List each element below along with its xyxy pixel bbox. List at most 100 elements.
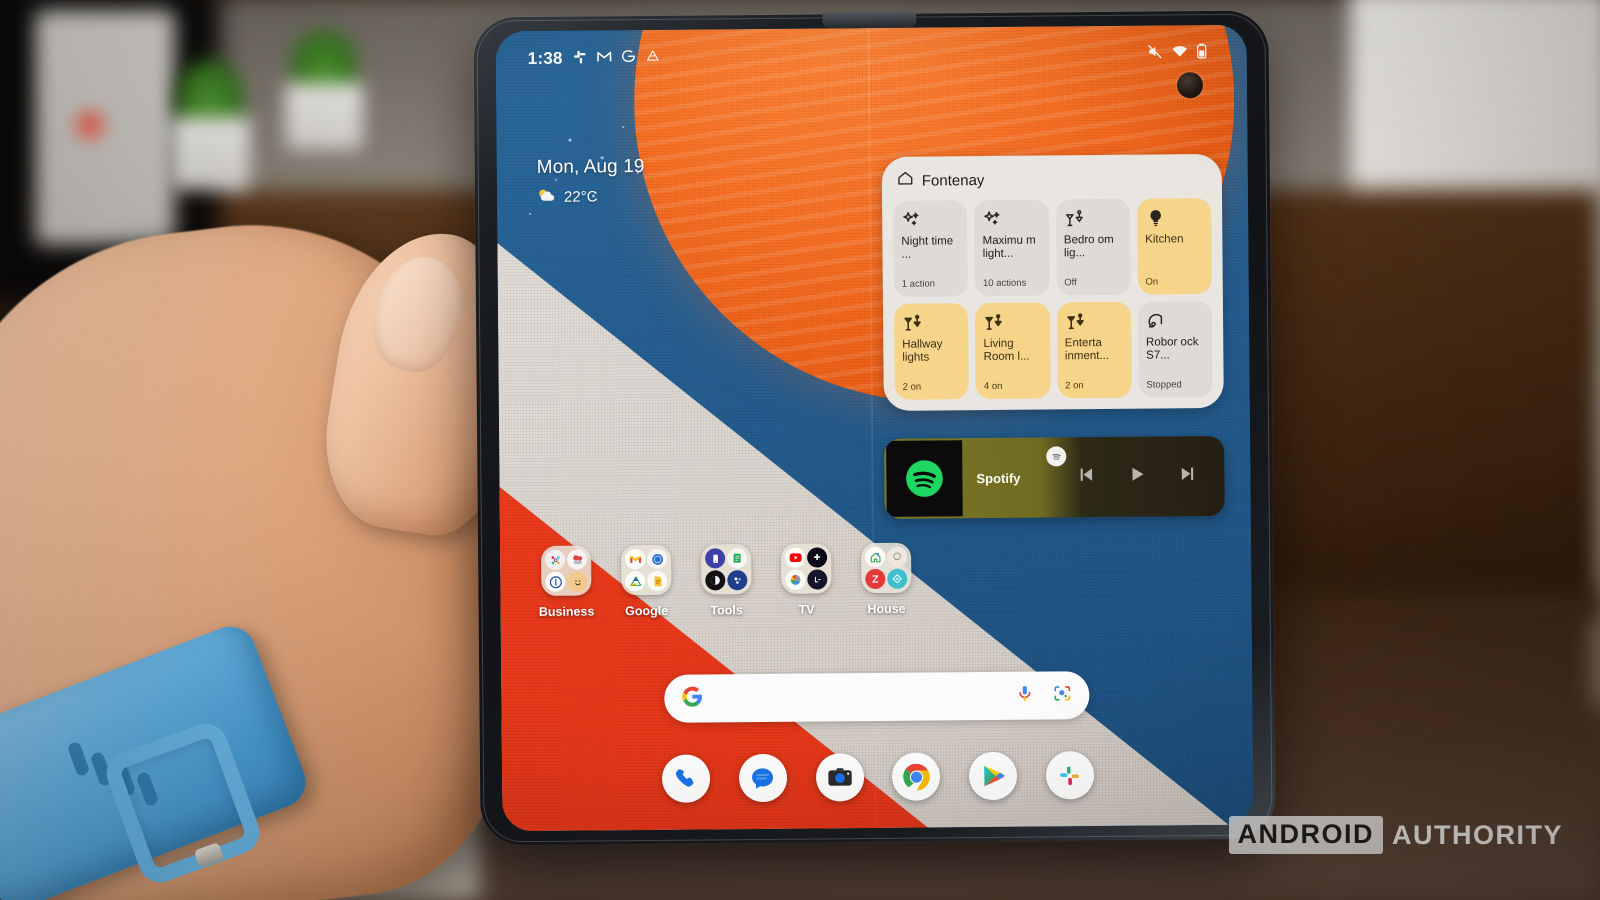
watermark-authority: AUTHORITY [1392, 819, 1563, 850]
slack-app-icon[interactable] [1045, 751, 1095, 800]
partly-cloudy-icon [537, 188, 557, 207]
folder-label: Google [624, 603, 669, 619]
control-tile-state: Stopped [1146, 379, 1182, 391]
camera-app-icon[interactable] [815, 753, 864, 802]
microphone-icon[interactable] [1015, 684, 1034, 708]
home-widget-header: Fontenay [893, 166, 1211, 201]
control-tile-name: Living Room l... [983, 337, 1030, 364]
notes-mini-icon [727, 548, 748, 569]
status-bar-right [1147, 43, 1207, 65]
google-tv-mini-icon [785, 569, 806, 590]
glance-weather: 22°C [537, 187, 645, 207]
album-art [886, 440, 963, 517]
control-tile[interactable]: Hallway lights 2 on [893, 303, 970, 400]
gmail-mini-icon [625, 549, 646, 570]
home-widget-title: Fontenay [921, 171, 985, 190]
control-tile-state: 2 on [902, 381, 922, 393]
folder-icon [701, 544, 752, 595]
hinge-notch [822, 11, 917, 29]
control-tile-state: 4 on [983, 380, 1003, 393]
control-tile-name: Night time ... [901, 235, 954, 261]
home-controls-grid: Night time ... 1 action Maximu m light..… [893, 198, 1213, 400]
folder-google[interactable]: Google [606, 544, 687, 619]
youtube-mini-icon [785, 547, 806, 568]
home-controls-widget[interactable]: Fontenay Night time ... 1 action Maximu … [881, 153, 1224, 411]
files-mini-icon [727, 570, 748, 591]
play-button[interactable] [1126, 464, 1147, 490]
front-camera-punch-hole [1176, 72, 1204, 99]
home-outline-icon [897, 170, 914, 192]
google-lens-icon[interactable] [1052, 683, 1072, 708]
google-drive-icon [646, 48, 660, 67]
vacuum-icon [1146, 310, 1204, 333]
status-bar-clock: 1:38 [527, 48, 563, 69]
folder-label: House [867, 601, 906, 617]
folder-icon [781, 543, 832, 594]
phone-app-icon[interactable] [661, 754, 711, 803]
control-tile[interactable]: Enterta inment... 2 on [1056, 301, 1132, 399]
background-device-indicator [75, 110, 105, 140]
control-tile[interactable]: Bedro om lig... Off [1055, 198, 1131, 296]
control-tile[interactable]: Robor ock S7... Stopped [1137, 301, 1213, 398]
bulb-filled-icon [1145, 207, 1203, 230]
folder-icon [621, 544, 672, 596]
status-bar: 1:38 [496, 25, 1247, 88]
google-icon [621, 49, 636, 68]
slack-mini-icon [545, 549, 566, 570]
search-input[interactable] [703, 696, 1015, 699]
google-search-bar[interactable] [664, 671, 1090, 723]
control-tile[interactable]: Maximu m light... 10 actions [974, 199, 1050, 297]
control-tile[interactable]: Kitchen On [1136, 198, 1212, 295]
folder-house[interactable]: House [846, 542, 927, 617]
control-tile[interactable]: Night time ... 1 action [893, 200, 969, 297]
sparkle-icon [901, 209, 959, 232]
lg-thinq-mini-icon [807, 569, 828, 590]
folder-label: Tools [710, 603, 743, 618]
background-plant-one [170, 60, 250, 190]
lamp-icon [1064, 208, 1122, 231]
at-a-glance-widget[interactable]: Mon, Aug 19 22°C [537, 156, 645, 207]
folder-tools[interactable]: Tools [686, 544, 767, 618]
lamp-icon [1064, 311, 1122, 334]
app-folder-row: Business Google Tools TV House [526, 542, 927, 619]
control-tile-name: Enterta inment... [1064, 337, 1110, 363]
phone-screen[interactable]: 1:38 Mon, Aug 19 22°C Fontenay Night tim… [495, 24, 1254, 832]
contrast-mini-icon [705, 570, 726, 591]
folder-business[interactable]: Business [526, 545, 607, 619]
glance-date: Mon, Aug 19 [536, 155, 645, 178]
android-authority-watermark: ANDROID AUTHORITY [1228, 816, 1564, 854]
chrome-app-icon[interactable] [892, 752, 941, 801]
disney-plus-mini-icon [807, 547, 828, 568]
zigbee-mini-icon [865, 568, 886, 590]
watermark-android: ANDROID [1228, 816, 1383, 854]
spotify-badge-icon [1046, 446, 1067, 467]
media-player-widget[interactable]: Spotify [884, 435, 1225, 519]
next-track-button[interactable] [1177, 463, 1198, 489]
play-store-app-icon[interactable] [969, 751, 1018, 801]
wifi-icon [1172, 44, 1188, 62]
control-tile-name: Kitchen [1145, 233, 1184, 246]
authy-mini-icon [705, 548, 726, 569]
folder-tv[interactable]: TV [766, 543, 847, 617]
control-tile-state: On [1145, 276, 1159, 288]
calendar-mini-icon [647, 548, 668, 569]
lamp-icon [983, 312, 1041, 335]
app-dock [661, 744, 1095, 810]
control-tile-state: Off [1064, 277, 1077, 289]
messages-app-icon[interactable] [738, 753, 788, 803]
battery-icon [1197, 43, 1207, 64]
previous-track-button[interactable] [1075, 464, 1096, 490]
lamp-icon [902, 312, 960, 335]
control-tile[interactable]: Living Room l... 4 on [975, 302, 1051, 400]
google-home-mini-icon [865, 546, 886, 568]
folder-icon [541, 545, 592, 596]
control-tile-name: Hallway lights [902, 338, 943, 364]
hue-mini-icon [887, 546, 908, 567]
folder-icon [861, 542, 912, 594]
control-tile-name: Maximu m light... [982, 234, 1036, 261]
drive-mini-icon [625, 571, 646, 592]
control-tile-state: 2 on [1065, 380, 1084, 392]
outlook-mini-icon [567, 549, 588, 570]
keep-mini-icon [647, 570, 668, 591]
control-tile-state: 1 action [901, 278, 936, 290]
